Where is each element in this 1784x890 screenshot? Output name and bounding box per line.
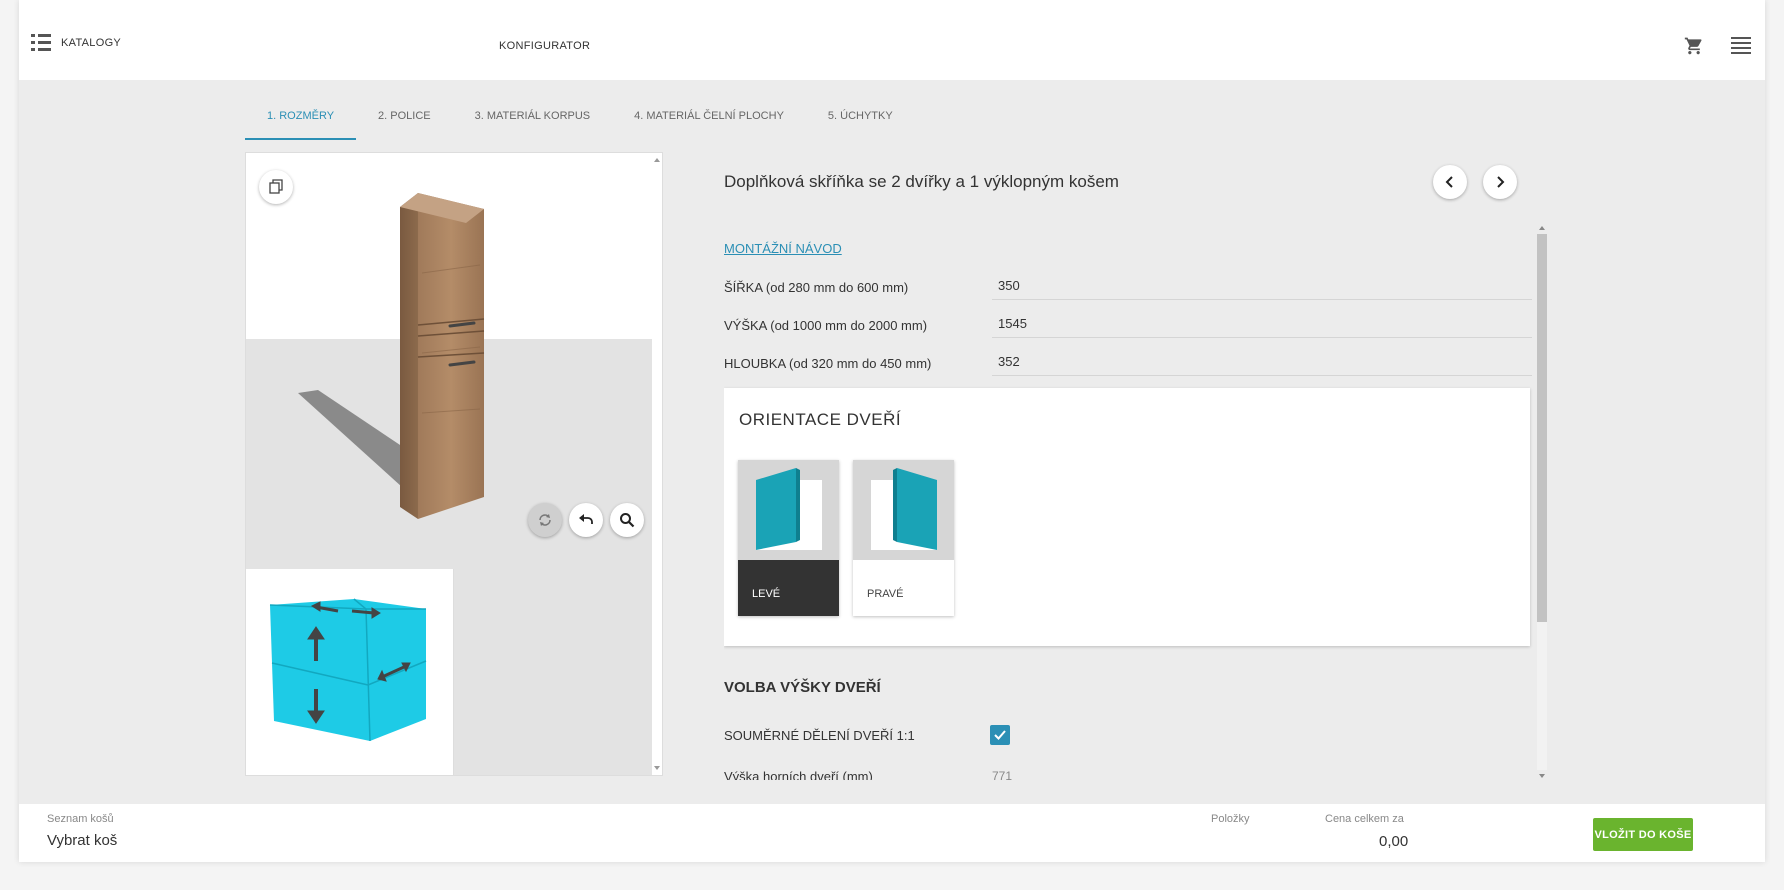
rotate-icon <box>539 514 551 526</box>
door-option-left[interactable]: LEVÉ <box>738 460 839 616</box>
footer-bar: Seznam košů Vybrat koš Položky Cena celk… <box>19 804 1765 862</box>
view-3d-toggle-button[interactable] <box>259 170 293 204</box>
door-orientation-card: ORIENTACE DVEŘÍ LEVÉ PRAVÉ <box>724 388 1530 646</box>
configurator-app: KATALOGY KONFIGURATOR 1. ROZMĚRY 2. POLI… <box>19 0 1765 862</box>
items-label: Položky <box>1211 813 1250 825</box>
top-header: KATALOGY KONFIGURATOR <box>19 0 1765 80</box>
form-scrollbar[interactable] <box>1536 226 1548 778</box>
door-height-section-title: VOLBA VÝŠKY DVEŘÍ <box>724 679 881 696</box>
previous-product-button[interactable] <box>1433 165 1467 199</box>
undo-icon <box>579 514 593 524</box>
depth-input[interactable] <box>992 348 1532 376</box>
list-icon <box>31 34 51 52</box>
viewer-scrollbar[interactable] <box>652 153 662 775</box>
add-to-basket-button[interactable]: VLOŽIT DO KOŠE <box>1593 818 1693 851</box>
door-option-right[interactable]: PRAVÉ <box>853 460 954 616</box>
catalog-button[interactable]: KATALOGY <box>31 34 121 52</box>
step-tabs: 1. ROZMĚRY 2. POLICE 3. MATERIÁL KORPUS … <box>245 106 915 140</box>
configuration-form: MONTÁŽNÍ NÁVOD ŠÍŘKA (od 280 mm do 600 m… <box>724 228 1551 780</box>
3d-viewer[interactable] <box>245 152 663 776</box>
catalog-label: KATALOGY <box>61 37 122 49</box>
tab-police[interactable]: 2. POLICE <box>356 106 453 140</box>
symmetric-division-label: SOUMĚRNÉ DĚLENÍ DVEŘÍ 1:1 <box>724 728 915 743</box>
checkmark-icon <box>994 730 1006 740</box>
upper-door-height-label: Výška horních dveří (mm) <box>724 769 873 780</box>
height-label: VÝŠKA (od 1000 mm do 2000 mm) <box>724 318 928 333</box>
total-price-value: 0,00 <box>1379 833 1409 850</box>
tab-uchytky[interactable]: 5. ÚCHYTKY <box>806 106 915 140</box>
height-input[interactable] <box>992 310 1532 338</box>
dimension-cube-icon <box>269 598 427 742</box>
next-product-button[interactable] <box>1483 165 1517 199</box>
upper-door-height-value: 771 <box>992 769 1013 780</box>
product-title: Doplňková skříňka se 2 dvířky a 1 výklop… <box>724 172 1119 191</box>
cart-icon[interactable] <box>1684 36 1704 56</box>
door-left-image <box>738 460 839 560</box>
symmetric-division-checkbox[interactable] <box>990 725 1010 745</box>
rotate-button[interactable] <box>528 503 562 537</box>
chevron-right-icon <box>1497 176 1505 188</box>
undo-button[interactable] <box>569 503 603 537</box>
width-label: ŠÍŘKA (od 280 mm do 600 mm) <box>724 280 909 295</box>
depth-label: HLOUBKA (od 320 mm do 450 mm) <box>724 356 932 371</box>
assembly-manual-link[interactable]: MONTÁŽNÍ NÁVOD <box>724 241 842 256</box>
width-input[interactable] <box>992 272 1532 300</box>
zoom-button[interactable] <box>610 503 644 537</box>
total-price-label: Cena celkem za <box>1325 813 1404 825</box>
basket-select[interactable]: Vybrat koš <box>47 832 117 849</box>
tab-material-celni-plochy[interactable]: 4. MATERIÁL ČELNÍ PLOCHY <box>612 106 806 140</box>
dimension-cube-thumbnail[interactable] <box>246 569 454 775</box>
door-orientation-title: ORIENTACE DVEŘÍ <box>739 410 902 429</box>
tab-material-korpus[interactable]: 3. MATERIÁL KORPUS <box>453 106 613 140</box>
basket-list-label: Seznam košů <box>47 813 114 825</box>
cabinet-3d-model <box>298 193 485 519</box>
menu-icon[interactable] <box>1731 37 1751 55</box>
configurator-title[interactable]: KONFIGURATOR <box>499 40 590 52</box>
door-option-right-label: PRAVÉ <box>853 560 954 616</box>
door-right-image <box>853 460 954 560</box>
cube-view-icon <box>269 179 283 194</box>
search-icon <box>620 513 635 528</box>
chevron-left-icon <box>1445 176 1453 188</box>
door-option-left-label: LEVÉ <box>738 560 839 616</box>
tab-rozmery[interactable]: 1. ROZMĚRY <box>245 106 357 140</box>
